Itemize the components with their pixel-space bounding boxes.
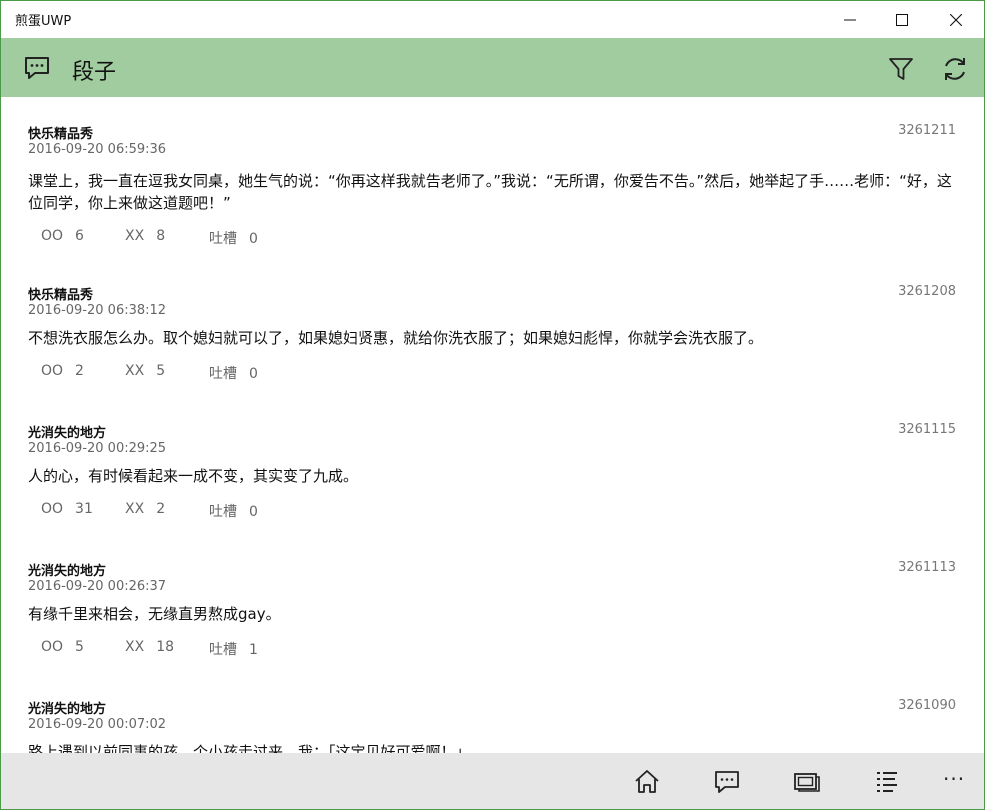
xx-count: 8 (156, 228, 166, 244)
oo-label: OO (41, 363, 64, 379)
post-time: 2016-09-20 06:38:12 (28, 303, 167, 318)
home-icon[interactable] (633, 768, 661, 796)
tucao-label: 吐槽 (209, 642, 237, 658)
minimize-icon (844, 19, 856, 20)
post-author: 快乐精品秀 (28, 127, 94, 142)
post-time: 2016-09-20 00:29:25 (28, 441, 167, 456)
tucao-button[interactable]: 吐槽 0 (209, 228, 258, 248)
oo-label: OO (41, 501, 64, 517)
post-content: 有缘千里来相会，无缘直男熬成gay。 (28, 605, 281, 623)
oo-button[interactable]: OO 31 (41, 501, 93, 517)
xx-label: XX (125, 639, 145, 655)
tucao-count: 0 (249, 231, 258, 247)
post-author: 光消失的地方 (28, 702, 107, 717)
post-id: 3261208 (898, 284, 956, 299)
oo-count: 2 (75, 363, 84, 379)
xx-label: XX (125, 501, 145, 517)
xx-button[interactable]: XX 18 (125, 639, 174, 655)
oo-label: OO (41, 228, 64, 244)
page-title: 段子 (72, 60, 117, 85)
refresh-icon[interactable] (940, 54, 970, 84)
maximize-button[interactable] (876, 1, 928, 38)
tucao-label: 吐槽 (209, 366, 237, 382)
post-time: 2016-09-20 06:59:36 (28, 142, 167, 157)
xx-count: 2 (156, 501, 166, 517)
oo-count: 6 (75, 228, 84, 244)
xx-button[interactable]: XX 8 (125, 228, 165, 244)
more-icon[interactable]: ··· (943, 767, 965, 791)
oo-button[interactable]: OO 5 (41, 639, 84, 655)
page-header: 段子 (1, 38, 984, 97)
post-time: 2016-09-20 00:26:37 (28, 579, 167, 594)
post-id: 3261090 (898, 698, 956, 713)
tucao-label: 吐槽 (209, 231, 237, 247)
oo-button[interactable]: OO 2 (41, 363, 84, 379)
post-id: 3261211 (898, 123, 956, 138)
oo-count: 5 (75, 639, 84, 655)
bottom-app-bar: ··· (1, 753, 984, 809)
tucao-count: 1 (249, 642, 258, 658)
oo-count: 31 (75, 501, 93, 517)
post-content: 课堂上，我一直在逗我女同桌，她生气的说：“你再这样我就告老师了。”我说：“无所谓… (28, 172, 952, 212)
post-content: 路上遇到以前同事的孩，个小孩走过来，我：「这宝贝好可爱啊！」 (28, 743, 471, 753)
oo-button[interactable]: OO 6 (41, 228, 84, 244)
post-id: 3261113 (898, 560, 956, 575)
title-bar: 煎蛋UWP (1, 1, 984, 38)
xx-label: XX (125, 363, 145, 379)
post-author: 快乐精品秀 (28, 288, 94, 303)
post-author: 光消失的地方 (28, 426, 107, 441)
xx-count: 18 (156, 639, 175, 655)
xx-label: XX (125, 228, 145, 244)
tucao-label: 吐槽 (209, 504, 237, 520)
close-icon (950, 13, 962, 26)
list-icon[interactable] (873, 768, 901, 796)
tucao-button[interactable]: 吐槽 0 (209, 363, 258, 383)
tucao-count: 0 (249, 366, 258, 382)
xx-button[interactable]: XX 5 (125, 363, 165, 379)
minimize-button[interactable] (824, 1, 876, 38)
tucao-count: 0 (249, 504, 258, 520)
post-id: 3261115 (898, 422, 956, 437)
post-content: 不想洗衣服怎么办。取个媳妇就可以了，如果媳妇贤惠，就给你洗衣服了；如果媳妇彪悍，… (28, 329, 764, 347)
post-list[interactable]: 快乐精品秀 2016-09-20 06:59:36 3261211 课堂上，我一… (1, 97, 984, 753)
maximize-icon (896, 13, 908, 26)
filter-icon[interactable] (887, 55, 915, 83)
app-window: 煎蛋UWP 段子 快乐精品秀 2016-09-20 06:59:36 32612… (0, 0, 985, 810)
post-time: 2016-09-20 00:07:02 (28, 717, 167, 732)
post-author: 光消失的地方 (28, 564, 107, 579)
xx-count: 5 (156, 363, 166, 379)
tucao-button[interactable]: 吐槽 0 (209, 501, 258, 521)
app-title: 煎蛋UWP (15, 14, 72, 29)
chat-bubble-icon[interactable] (713, 768, 741, 796)
tucao-button[interactable]: 吐槽 1 (209, 639, 258, 659)
xx-button[interactable]: XX 2 (125, 501, 165, 517)
chat-bubble-icon[interactable] (23, 54, 51, 82)
close-button[interactable] (930, 1, 982, 38)
oo-label: OO (41, 639, 64, 655)
slideshow-icon[interactable] (793, 768, 821, 796)
post-content: 人的心，有时候看起来一成不变，其实变了九成。 (28, 467, 359, 485)
